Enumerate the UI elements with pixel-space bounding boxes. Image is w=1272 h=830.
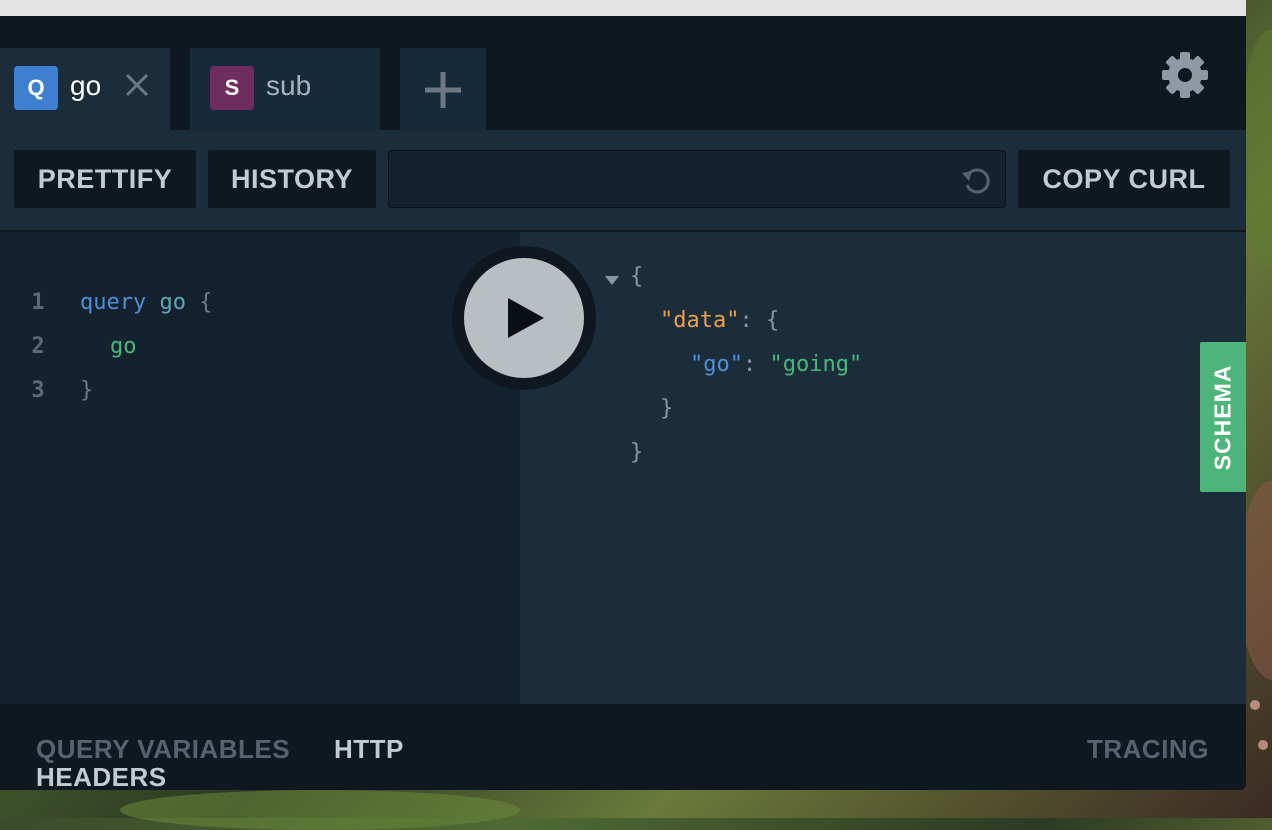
json-line: "go": "going" — [690, 352, 862, 377]
run-query-button[interactable] — [464, 258, 584, 378]
line-number: 2 — [31, 334, 45, 359]
plus-icon — [425, 72, 461, 108]
close-icon[interactable] — [120, 68, 154, 102]
json-key-go: "go" — [690, 352, 743, 377]
prettify-button[interactable]: PRETTIFY — [14, 150, 196, 208]
query-badge: Q — [14, 66, 58, 110]
reload-icon[interactable] — [959, 163, 993, 197]
bottom-panel: QUERY VARIABLES HTTP HEADERS TRACING — [0, 704, 1246, 790]
field-token: go — [110, 334, 137, 359]
line-number: 1 — [31, 290, 45, 315]
tracing-tab[interactable]: TRACING — [1087, 734, 1209, 765]
json-value-going: "going" — [769, 352, 863, 377]
json-line: "data": { — [660, 308, 779, 333]
json-brace: { — [765, 308, 780, 333]
tab-label: go — [70, 70, 102, 101]
http-headers-tab[interactable]: HTTP — [334, 734, 404, 765]
play-icon — [508, 298, 544, 338]
code-line: 1 query go { — [0, 290, 520, 334]
code-text: go — [110, 334, 137, 359]
code-text: query go { — [80, 290, 212, 315]
tab-subscription-sub[interactable]: S sub — [190, 48, 380, 130]
toolbar: PRETTIFY HISTORY COPY CURL — [0, 130, 1246, 230]
background-flower — [1258, 740, 1268, 750]
endpoint-url-field[interactable] — [388, 150, 1006, 208]
code-line: 2 go — [0, 334, 520, 378]
add-tab-button[interactable] — [400, 48, 486, 130]
code-text: } — [80, 378, 93, 403]
json-brace: } — [660, 396, 674, 421]
history-button[interactable]: HISTORY — [208, 150, 376, 208]
query-editor[interactable]: 1 query go { 2 go 3 } — [0, 232, 520, 704]
background-foliage — [120, 790, 520, 830]
browser-top-bar — [0, 0, 1246, 17]
schema-label: SCHEMA — [1209, 364, 1236, 470]
schema-tab[interactable]: SCHEMA — [1200, 342, 1246, 492]
query-variables-tab[interactable]: QUERY VARIABLES — [36, 734, 290, 765]
json-brace: { — [630, 264, 644, 289]
endpoint-input[interactable] — [401, 159, 945, 201]
copy-curl-button[interactable]: COPY CURL — [1018, 150, 1230, 208]
json-brace: } — [630, 440, 644, 465]
code-line: 3 } — [0, 378, 520, 422]
collapse-arrow-icon[interactable] — [604, 274, 620, 286]
run-button-ring — [452, 246, 596, 390]
json-key-data: "data" — [660, 308, 740, 333]
http-headers-tab-wrap[interactable]: HEADERS — [36, 762, 167, 790]
tab-query-go[interactable]: Q go — [0, 48, 170, 130]
result-viewer: { "data": { "go": "going" } } — [520, 232, 1246, 704]
brace-token: } — [80, 378, 94, 403]
subscription-badge: S — [210, 66, 254, 110]
json-colon: : — [739, 308, 753, 333]
tab-bar: Q go S sub — [0, 16, 1246, 130]
keyword-token: query — [80, 290, 147, 315]
tab-label: sub — [266, 70, 312, 101]
graphql-playground-window: Q go S sub PRETTIFY HISTORY COPY CURL 1 … — [0, 16, 1246, 790]
operation-name-token: go — [159, 290, 186, 315]
background-flower — [1250, 700, 1260, 710]
line-number: 3 — [31, 378, 45, 403]
json-colon: : — [742, 352, 757, 377]
brace-token: { — [199, 290, 213, 315]
gear-icon[interactable] — [1160, 50, 1210, 100]
